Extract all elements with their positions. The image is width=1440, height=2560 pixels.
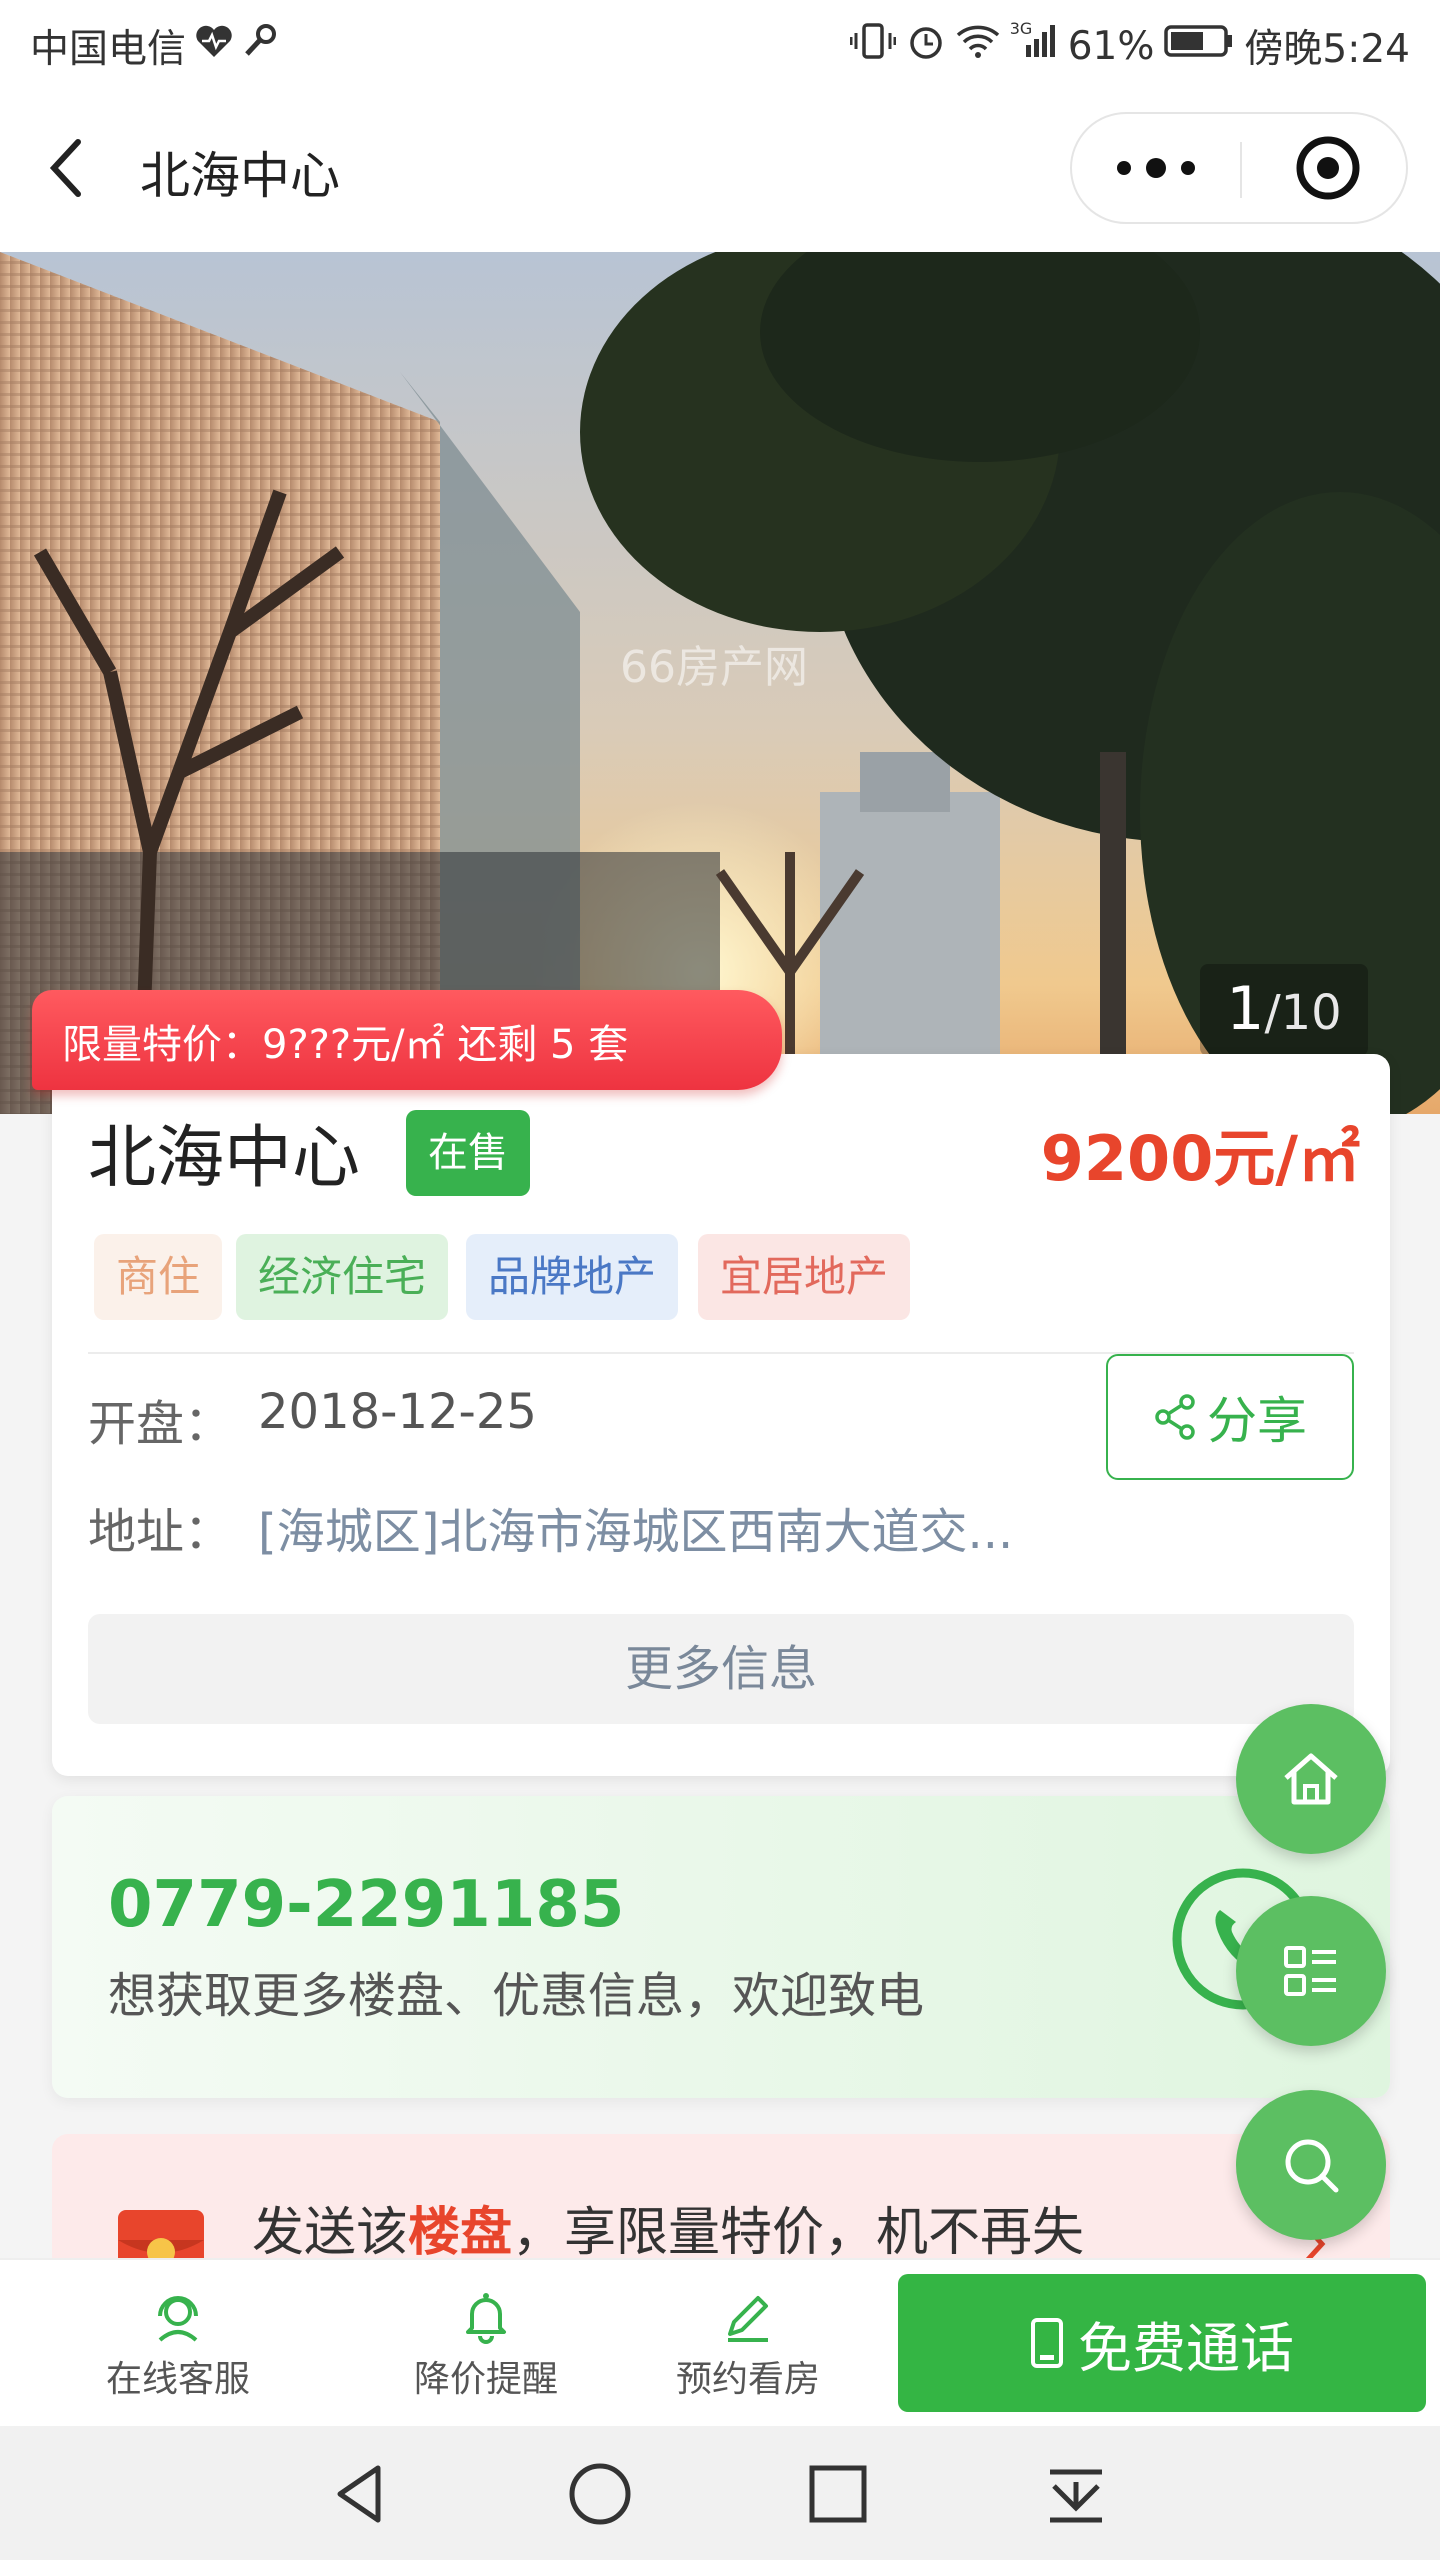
phone-contact-card[interactable]: 0779-2291185 想获取更多楼盘、优惠信息，欢迎致电 — [52, 1796, 1390, 2098]
system-recents-button[interactable] — [798, 2454, 878, 2534]
system-notification-button[interactable] — [1036, 2454, 1116, 2534]
red-packet-text-highlight: 楼盘 — [408, 2203, 513, 2263]
red-packet-text-prefix: 发送该 — [252, 2203, 409, 2263]
promo-text: 限量特价：9???元/㎡ 还剩 5 套 — [62, 1022, 629, 1068]
nav-bar: 北海中心 — [0, 86, 1440, 252]
gallery-current: 1 — [1226, 974, 1265, 1044]
key-icon — [242, 23, 278, 69]
open-date-label: 开盘： — [88, 1396, 233, 1452]
more-info-button[interactable]: 更多信息 — [88, 1614, 1354, 1724]
battery-icon — [1164, 23, 1234, 69]
tab-price-alert[interactable]: 降价提醒 — [356, 2260, 616, 2428]
search-fab[interactable] — [1236, 2090, 1386, 2240]
promo-ribbon: 限量特价：9???元/㎡ 还剩 5 套 — [32, 990, 782, 1090]
mobile-phone-icon — [1031, 2318, 1063, 2368]
list-icon — [1284, 1946, 1336, 1996]
page-title: 北海中心 — [140, 147, 340, 205]
close-miniprogram-button[interactable] — [1242, 114, 1408, 222]
home-icon — [1284, 1753, 1338, 1805]
system-nav-bar — [0, 2426, 1440, 2560]
gallery-total: /10 — [1264, 985, 1342, 1041]
bell-icon — [466, 2293, 506, 2344]
target-icon — [1296, 136, 1360, 200]
signal-icon: 3G — [1010, 19, 1058, 69]
system-home-button[interactable] — [560, 2454, 640, 2534]
share-button[interactable]: 分享 — [1106, 1354, 1354, 1480]
miniprogram-capsule — [1070, 112, 1408, 224]
back-button[interactable] — [40, 128, 110, 208]
free-call-button[interactable]: 免费通话 — [898, 2274, 1426, 2412]
tab-online-service[interactable]: 在线客服 — [48, 2260, 308, 2428]
search-icon — [1285, 2139, 1339, 2193]
heart-rate-icon — [194, 23, 234, 69]
tab-label: 在线客服 — [105, 2359, 250, 2400]
share-label: 分享 — [1207, 1392, 1307, 1450]
more-dots-icon — [1117, 158, 1195, 178]
system-back-button[interactable] — [322, 2454, 402, 2534]
project-info-card: 北海中心 在售 9200元/㎡ 商住 经济住宅 品牌地产 宜居地产 开盘： 20… — [52, 1054, 1390, 1776]
address-label: 地址： — [88, 1504, 233, 1560]
tag-brand-developer: 品牌地产 — [466, 1234, 679, 1320]
wifi-icon — [956, 23, 1000, 69]
tag-livable: 宜居地产 — [698, 1234, 911, 1320]
tab-book-viewing[interactable]: 预约看房 — [618, 2260, 878, 2428]
watermark-text: 66房产网 — [620, 642, 808, 693]
project-name: 北海中心 — [88, 1119, 361, 1198]
red-packet-text-suffix: ，享限量特价，机不再失 — [512, 2203, 1085, 2263]
clock-time: 傍晚5:24 — [1244, 27, 1410, 72]
bottom-action-bar: 在线客服 降价提醒 预约看房 免费通话 — [0, 2258, 1440, 2426]
customer-service-icon — [158, 2296, 198, 2342]
tag-commercial-residential: 商住 — [94, 1234, 223, 1320]
alarm-icon — [906, 21, 946, 71]
gallery-counter: 1 /10 — [1200, 964, 1368, 1056]
carrier-label: 中国电信 — [30, 27, 187, 72]
square-recents-icon — [809, 2465, 867, 2523]
tab-label: 降价提醒 — [413, 2359, 558, 2400]
pull-down-icon — [1050, 2469, 1102, 2523]
list-fab[interactable] — [1236, 1896, 1386, 2046]
chevron-left-icon — [49, 139, 81, 197]
tag-economic-housing: 经济住宅 — [236, 1234, 449, 1320]
status-bar: 中国电信 3G 61% 傍晚5:24 — [0, 0, 1440, 86]
status-badge: 在售 — [406, 1110, 530, 1196]
tab-label: 预约看房 — [675, 2359, 820, 2400]
project-price: 9200元/㎡ — [1040, 1122, 1360, 1195]
triangle-back-icon — [337, 2465, 381, 2523]
battery-percent: 61% — [1067, 23, 1155, 69]
pencil-icon — [728, 2296, 768, 2342]
share-icon — [1155, 1394, 1195, 1440]
more-button[interactable] — [1072, 114, 1240, 222]
address-value[interactable]: [海城区]北海市海城区西南大道交... — [258, 1492, 1013, 1562]
phone-number[interactable]: 0779-2291185 — [108, 1868, 624, 1942]
free-call-label: 免费通话 — [1078, 2316, 1294, 2380]
vibrate-icon — [849, 21, 897, 71]
project-photo-gallery[interactable]: 66房产网 1 /10 — [0, 252, 1440, 1114]
home-fab[interactable] — [1236, 1704, 1386, 1854]
phone-description: 想获取更多楼盘、优惠信息，欢迎致电 — [108, 1968, 925, 2024]
open-date-value: 2018-12-25 — [258, 1384, 537, 1440]
red-packet-text: 发送该楼盘，享限量特价，机不再失 — [252, 2190, 1084, 2265]
circle-home-icon — [569, 2463, 631, 2525]
